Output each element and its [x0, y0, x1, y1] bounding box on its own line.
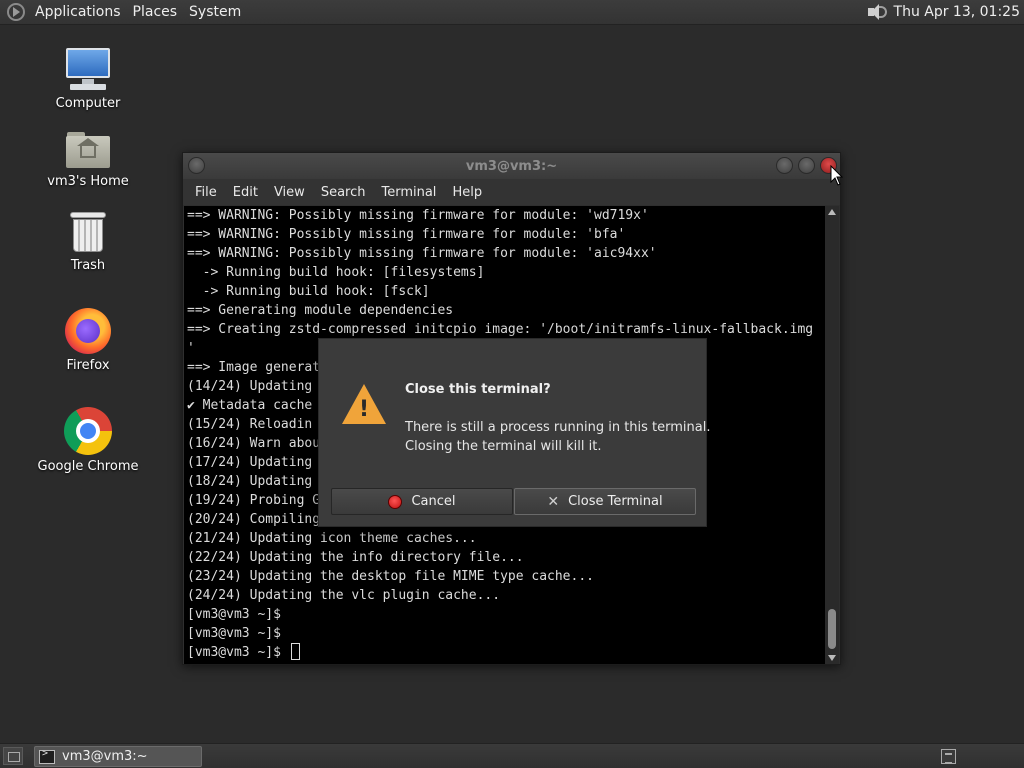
terminal-line: -> Running build hook: [fsck] — [187, 284, 430, 299]
menu-terminal[interactable]: Terminal — [373, 185, 444, 200]
desktop-icon-chrome[interactable]: Google Chrome — [33, 407, 143, 474]
show-desktop-icon[interactable] — [3, 747, 23, 765]
top-panel: Applications Places System Thu Apr 13, 0… — [0, 0, 1024, 25]
volume-icon[interactable] — [866, 3, 888, 21]
home-folder-icon — [65, 130, 111, 170]
dialog-message-line1: There is still a process running in this… — [405, 420, 711, 435]
bottom-panel: vm3@vm3:~ — [0, 743, 1024, 768]
terminal-menubar: File Edit View Search Terminal Help — [183, 179, 840, 205]
desktop-icon-label: Trash — [70, 258, 106, 273]
warning-icon: ! — [342, 384, 386, 426]
terminal-icon — [39, 748, 55, 764]
maximize-button[interactable] — [798, 157, 815, 174]
terminal-line: [vm3@vm3 ~]$ — [187, 607, 281, 622]
terminal-line: ==> Creating zstd-compressed initcpio im… — [187, 322, 814, 337]
menu-search[interactable]: Search — [313, 185, 374, 200]
desktop-icon-label: Google Chrome — [37, 459, 139, 474]
dialog-title: Close this terminal? — [405, 382, 551, 397]
terminal-line: (21/24) Updating icon theme caches... — [187, 531, 477, 546]
terminal-line: (23/24) Updating the desktop file MIME t… — [187, 569, 594, 584]
taskbar-item-label: vm3@vm3:~ — [62, 749, 148, 764]
chrome-icon — [64, 407, 112, 455]
menu-help[interactable]: Help — [444, 185, 490, 200]
desktop-icon-computer[interactable]: Computer — [33, 46, 143, 111]
scroll-up-arrow-icon[interactable] — [828, 209, 836, 215]
clock[interactable]: Thu Apr 13, 01:25 — [894, 4, 1020, 20]
dialog-message-line2: Closing the terminal will kill it. — [405, 439, 602, 454]
terminal-line: ==> Generating module dependencies — [187, 303, 454, 318]
terminal-line: ==> WARNING: Possibly missing firmware f… — [187, 246, 657, 261]
stop-icon — [388, 494, 403, 509]
desktop-icon-label: Firefox — [66, 358, 110, 373]
scroll-down-arrow-icon[interactable] — [828, 655, 836, 661]
terminal-line: [vm3@vm3 ~]$ — [187, 626, 281, 641]
terminal-line: -> Running build hook: [filesystems] — [187, 265, 485, 280]
system-menu[interactable]: System — [185, 4, 249, 20]
terminal-line: (22/24) Updating the info directory file… — [187, 550, 524, 565]
desktop-icon-trash[interactable]: Trash — [33, 210, 143, 273]
window-titlebar[interactable]: vm3@vm3:~ — [183, 153, 840, 179]
firefox-icon — [65, 308, 111, 354]
menu-file[interactable]: File — [187, 185, 225, 200]
mouse-pointer-icon — [830, 165, 844, 186]
terminal-cursor — [290, 643, 300, 660]
desktop-icon-label: vm3's Home — [47, 174, 129, 189]
workspace-switcher-icon[interactable] — [941, 749, 956, 764]
window-controls — [776, 157, 837, 174]
close-x-icon: ✕ — [547, 493, 560, 510]
trash-icon — [69, 210, 107, 254]
menu-edit[interactable]: Edit — [225, 185, 266, 200]
terminal-line: ==> WARNING: Possibly missing firmware f… — [187, 227, 626, 242]
window-title: vm3@vm3:~ — [465, 158, 558, 174]
minimize-button[interactable] — [776, 157, 793, 174]
cancel-button[interactable]: Cancel — [331, 488, 513, 515]
computer-icon — [64, 46, 112, 92]
desktop-icon-label: Computer — [55, 96, 121, 111]
terminal-scrollbar[interactable] — [825, 206, 839, 664]
panel-menu: Applications Places System — [0, 0, 249, 25]
menu-view[interactable]: View — [266, 185, 313, 200]
terminal-line: (24/24) Updating the vlc plugin cache... — [187, 588, 501, 603]
panel-tray: Thu Apr 13, 01:25 — [866, 0, 1024, 25]
desktop-icon-home[interactable]: vm3's Home — [33, 130, 143, 189]
distro-logo-icon[interactable] — [7, 3, 25, 21]
taskbar-item-terminal[interactable]: vm3@vm3:~ — [34, 746, 202, 767]
window-menu-button[interactable] — [188, 157, 205, 174]
scroll-thumb[interactable] — [828, 609, 836, 649]
places-menu[interactable]: Places — [129, 4, 186, 20]
cancel-button-label: Cancel — [411, 494, 456, 509]
close-terminal-dialog: ! Close this terminal? There is still a … — [318, 338, 711, 527]
desktop-icon-firefox[interactable]: Firefox — [33, 308, 143, 373]
close-terminal-button[interactable]: ✕ Close Terminal — [514, 488, 696, 515]
terminal-line: ==> WARNING: Possibly missing firmware f… — [187, 208, 649, 223]
close-terminal-button-label: Close Terminal — [568, 494, 663, 509]
terminal-line: [vm3@vm3 ~]$ — [187, 643, 826, 662]
applications-menu[interactable]: Applications — [31, 4, 129, 20]
